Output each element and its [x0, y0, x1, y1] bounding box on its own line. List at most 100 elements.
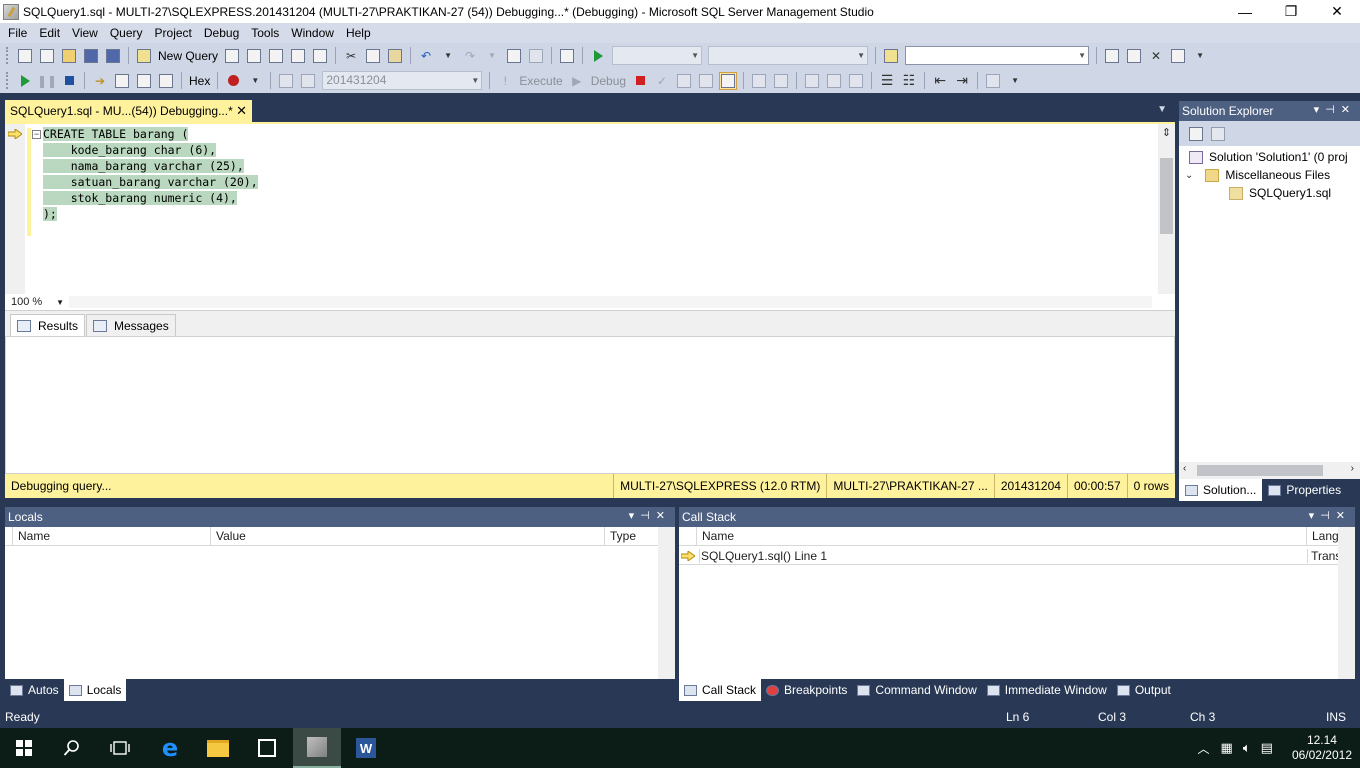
- continue-debug-icon[interactable]: [16, 72, 34, 90]
- split-editor-icon[interactable]: ⇕: [1160, 126, 1173, 142]
- column-name[interactable]: Name: [13, 527, 211, 545]
- decrease-indent-icon[interactable]: ⇤: [931, 72, 949, 90]
- redo-dropdown-icon[interactable]: ▼: [483, 47, 501, 65]
- menu-project[interactable]: Project: [149, 23, 198, 43]
- tab-command-window[interactable]: Command Window: [852, 679, 981, 701]
- task-view-button[interactable]: [96, 728, 144, 768]
- tab-messages[interactable]: Messages: [86, 314, 176, 336]
- intellisense-icon[interactable]: [750, 72, 768, 90]
- find-in-files-icon[interactable]: [882, 47, 900, 65]
- taskbar-ssms[interactable]: [293, 728, 341, 768]
- paste-icon[interactable]: [386, 47, 404, 65]
- menu-help[interactable]: Help: [340, 23, 377, 43]
- display-plan-icon[interactable]: [675, 72, 693, 90]
- solution-platform-combo[interactable]: ▼: [708, 46, 869, 65]
- taskbar-edge[interactable]: e: [146, 728, 194, 768]
- volume-icon[interactable]: 🔈︎: [1243, 740, 1251, 756]
- toolbar-options-icon[interactable]: ▼: [1006, 72, 1024, 90]
- call-stack-grid[interactable]: Name Lang SQLQuery1.sql() Line 1 Trans: [679, 527, 1355, 679]
- registered-servers-icon[interactable]: [1103, 47, 1121, 65]
- start-button[interactable]: [0, 728, 48, 768]
- analysis-query-icon[interactable]: [245, 47, 263, 65]
- show-next-statement-icon[interactable]: ➔: [91, 72, 109, 90]
- editor-horizontal-scrollbar[interactable]: [69, 296, 1152, 308]
- mdx-query-icon[interactable]: [311, 47, 329, 65]
- panel-controls[interactable]: ▾⊣✕: [1309, 509, 1351, 522]
- network-icon[interactable]: ▦: [1221, 740, 1233, 756]
- show-all-files-icon[interactable]: [1209, 125, 1227, 143]
- properties-icon[interactable]: [1187, 125, 1205, 143]
- redo-icon[interactable]: ↷: [461, 47, 479, 65]
- activity-monitor-icon[interactable]: [558, 47, 576, 65]
- query-designer-icon[interactable]: [697, 72, 715, 90]
- add-item-icon[interactable]: [38, 47, 56, 65]
- results-pane[interactable]: [5, 336, 1175, 474]
- breakpoint-icon[interactable]: [224, 72, 242, 90]
- menu-query[interactable]: Query: [104, 23, 149, 43]
- step-into-icon[interactable]: [113, 72, 131, 90]
- query-editor[interactable]: − CREATE TABLE barang ( kode_barang char…: [5, 124, 1175, 310]
- panel-controls[interactable]: ▾⊣✕: [1314, 103, 1356, 116]
- menu-debug[interactable]: Debug: [198, 23, 245, 43]
- undo-dropdown-icon[interactable]: ▼: [439, 47, 457, 65]
- tab-locals[interactable]: Locals: [63, 679, 127, 701]
- database-combo[interactable]: 201431204 ▼: [322, 71, 483, 90]
- solution-tree[interactable]: Solution 'Solution1' (0 proj ⌄ Miscellan…: [1179, 146, 1360, 462]
- results-to-text-icon[interactable]: [825, 72, 843, 90]
- document-list-dropdown-icon[interactable]: ▼: [1157, 104, 1167, 115]
- zoom-combo[interactable]: 100 % ▼: [7, 295, 67, 309]
- locals-vertical-scrollbar[interactable]: [658, 527, 675, 679]
- properties-window-icon[interactable]: [1169, 47, 1187, 65]
- column-value[interactable]: Value: [211, 527, 605, 545]
- tree-item-misc-files[interactable]: ⌄ Miscellaneous Files: [1185, 168, 1330, 182]
- indicator-margin[interactable]: [5, 124, 25, 310]
- cancel-query-icon[interactable]: [631, 72, 649, 90]
- taskbar-file-explorer[interactable]: [194, 728, 242, 768]
- template-explorer-icon[interactable]: ✕: [1147, 47, 1165, 65]
- navigate-backward-icon[interactable]: [505, 47, 523, 65]
- tab-call-stack[interactable]: Call Stack: [679, 679, 762, 701]
- panel-controls[interactable]: ▾⊣✕: [629, 509, 671, 522]
- scroll-right-icon[interactable]: ›: [1351, 463, 1354, 474]
- hex-button[interactable]: Hex: [189, 74, 210, 88]
- new-query-icon[interactable]: [135, 47, 153, 65]
- dmx-query-icon[interactable]: [267, 47, 285, 65]
- clock[interactable]: 12.14 06/02/2012: [1292, 733, 1352, 763]
- close-tab-icon[interactable]: ✕: [236, 103, 247, 119]
- taskbar-store[interactable]: [243, 728, 291, 768]
- increase-indent-icon[interactable]: ⇥: [953, 72, 971, 90]
- document-tab[interactable]: SQLQuery1.sql - MU...(54)) Debugging...*…: [5, 100, 252, 122]
- connect-icon[interactable]: [277, 72, 295, 90]
- editor-vertical-scrollbar[interactable]: ⇕: [1158, 124, 1175, 294]
- column-name[interactable]: Name: [697, 527, 1307, 545]
- scrollbar-thumb[interactable]: [1197, 465, 1323, 476]
- column-type[interactable]: Type: [605, 527, 658, 545]
- notifications-icon[interactable]: ▤: [1261, 740, 1273, 756]
- results-to-grid-icon[interactable]: [847, 72, 865, 90]
- tab-solution-explorer[interactable]: Solution...: [1179, 479, 1263, 501]
- locals-grid[interactable]: Name Value Type: [5, 527, 675, 679]
- specify-values-icon[interactable]: [984, 72, 1002, 90]
- find-combo[interactable]: ▼: [905, 46, 1090, 65]
- taskbar-word[interactable]: W: [342, 728, 390, 768]
- break-all-icon[interactable]: ❚❚: [37, 72, 57, 90]
- step-over-icon[interactable]: [135, 72, 153, 90]
- query-options-icon[interactable]: [719, 71, 738, 90]
- menu-file[interactable]: File: [2, 23, 33, 43]
- execute-button[interactable]: Execute: [519, 74, 562, 88]
- expand-chevron-icon[interactable]: ⌄: [1185, 170, 1193, 181]
- navigate-forward-icon[interactable]: [527, 47, 545, 65]
- scrollbar-thumb[interactable]: [1160, 158, 1173, 234]
- tab-breakpoints[interactable]: Breakpoints: [761, 679, 852, 701]
- solution-explorer-horizontal-scrollbar[interactable]: ‹ ›: [1179, 462, 1360, 479]
- column-lang[interactable]: Lang: [1307, 527, 1338, 545]
- uncomment-icon[interactable]: ☷: [900, 72, 918, 90]
- debug-button[interactable]: Debug: [591, 74, 626, 88]
- call-stack-row[interactable]: SQLQuery1.sql() Line 1 Trans: [679, 547, 1338, 565]
- toolbar-grip[interactable]: [6, 72, 10, 89]
- menu-view[interactable]: View: [66, 23, 104, 43]
- comment-out-icon[interactable]: ☰: [878, 72, 896, 90]
- tree-item-solution[interactable]: Solution 'Solution1' (0 proj: [1189, 150, 1348, 164]
- stop-debugging-icon[interactable]: [60, 72, 78, 90]
- search-button[interactable]: [48, 728, 96, 768]
